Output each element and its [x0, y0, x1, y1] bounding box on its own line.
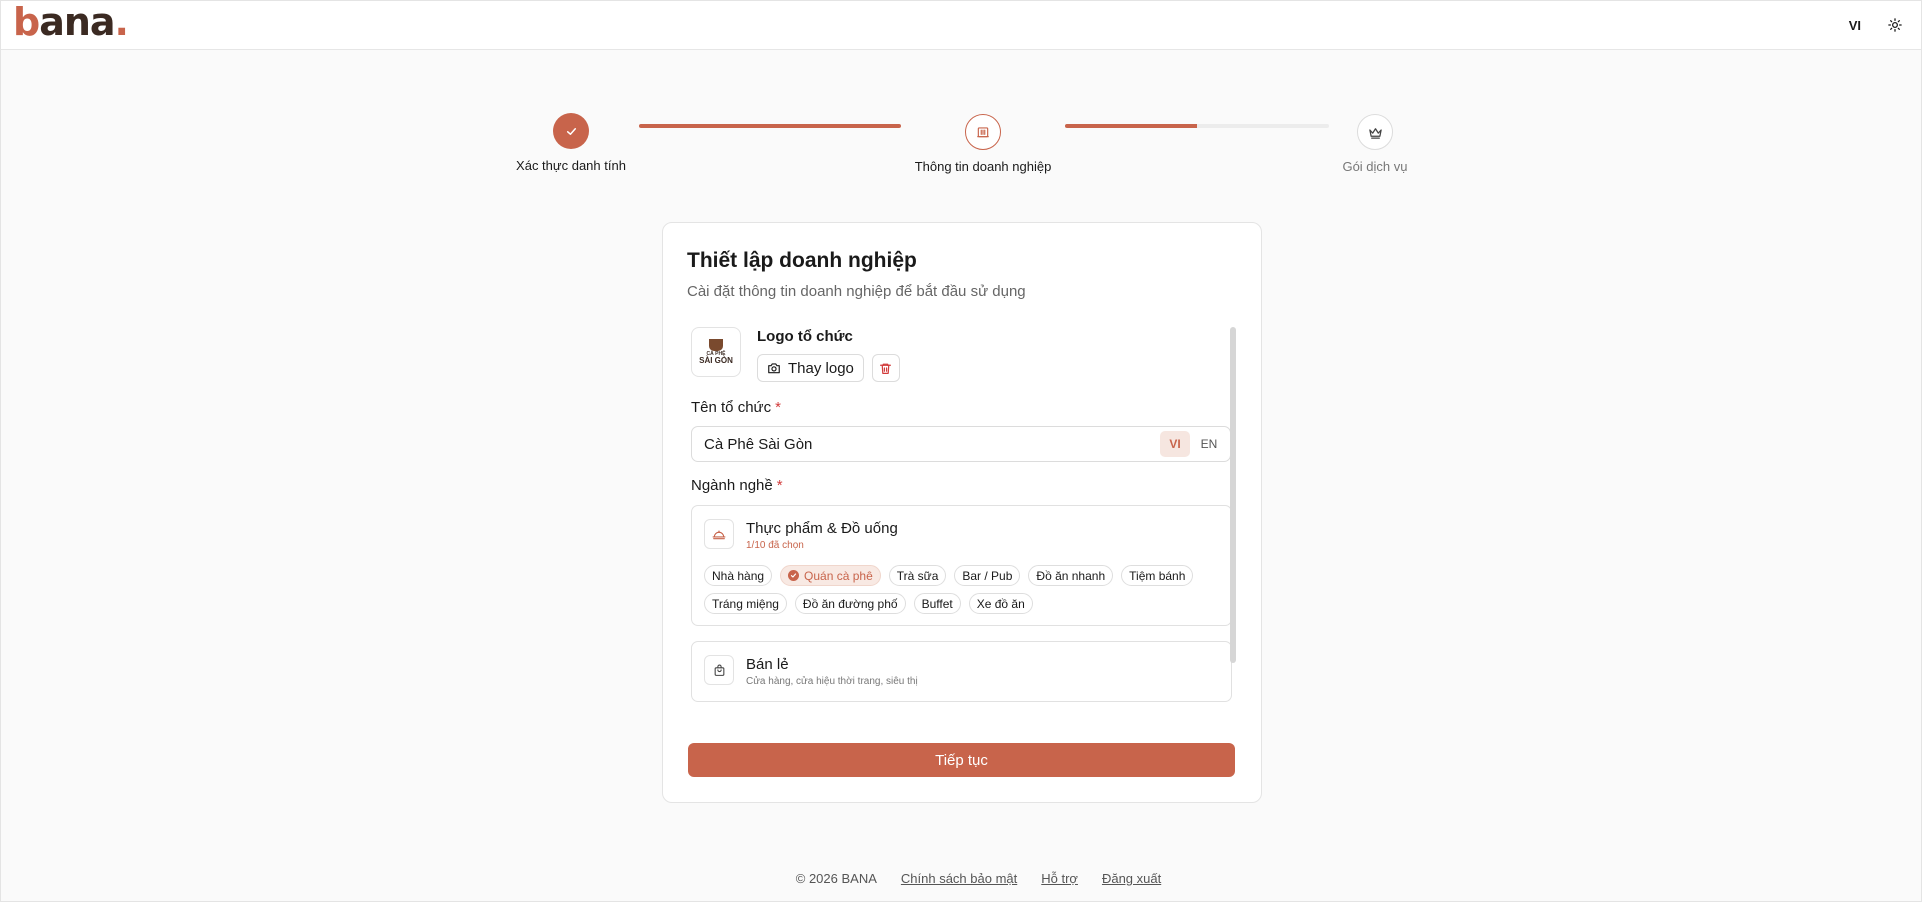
- org-name-language-tabs: VI EN: [1160, 431, 1224, 457]
- form-scrollbar[interactable]: [1230, 327, 1236, 663]
- industry-chip[interactable]: Bar / Pub: [954, 565, 1021, 586]
- industry-group-retail[interactable]: Bán lẻ Cửa hàng, cửa hiệu thời trang, si…: [691, 641, 1232, 702]
- industry-chip[interactable]: Tiệm bánh: [1121, 565, 1194, 586]
- industry-chip-label: Quán cà phê: [804, 568, 873, 583]
- logo-letter-b: b: [13, 0, 40, 44]
- logo-dot: .: [114, 0, 129, 44]
- industry-label-text: Ngành nghề: [691, 477, 773, 494]
- change-logo-button[interactable]: Thay logo: [757, 354, 864, 382]
- theme-toggle-button[interactable]: [1885, 15, 1905, 35]
- industry-group-food-beverage[interactable]: Thực phẩm & Đồ uống 1/10 đã chọn Nhà hàn…: [691, 505, 1232, 626]
- org-name-field: VI EN: [691, 426, 1231, 462]
- org-logo-section: CÀ PHÊ SÀI GÒN Logo tổ chức Thay logo: [691, 327, 900, 382]
- org-logo-image: CÀ PHÊ SÀI GÒN: [691, 327, 741, 377]
- business-setup-card: Thiết lập doanh nghiệp Cài đặt thông tin…: [662, 222, 1262, 803]
- industry-chip-label: Đồ ăn đường phố: [802, 596, 898, 611]
- form-scroll-area[interactable]: CÀ PHÊ SÀI GÒN Logo tổ chức Thay logo Tê…: [691, 326, 1239, 706]
- stepper-connector-1: [639, 124, 901, 128]
- industry-group-text: Bán lẻ Cửa hàng, cửa hiệu thời trang, si…: [746, 655, 918, 687]
- support-link[interactable]: Hỗ trợ: [1041, 871, 1078, 886]
- stepper-connector-2: [1065, 124, 1329, 128]
- industry-chip-label: Đồ ăn nhanh: [1036, 568, 1106, 583]
- industry-group-name: Bán lẻ: [746, 656, 789, 673]
- check-icon: [566, 127, 576, 135]
- industry-chip[interactable]: Quán cà phê: [780, 565, 881, 586]
- industry-chip[interactable]: Đồ ăn đường phố: [794, 593, 906, 614]
- top-header: b ana. VI: [1, 1, 1921, 50]
- step-1-label: Xác thực danh tính: [516, 158, 626, 173]
- page-footer: © 2026 BANA Chính sách bảo mật Hỗ trợ Đă…: [1, 871, 1921, 886]
- language-toggle[interactable]: VI: [1849, 18, 1861, 33]
- step-3-label: Gói dịch vụ: [1342, 159, 1408, 174]
- camera-icon: [768, 363, 780, 374]
- industry-chip-label: Trà sữa: [896, 568, 939, 583]
- logout-link[interactable]: Đăng xuất: [1102, 871, 1161, 886]
- industry-chip[interactable]: Đồ ăn nhanh: [1028, 565, 1114, 586]
- industry-chip[interactable]: Xe đồ ăn: [968, 593, 1033, 614]
- coffee-cup-icon: [709, 338, 723, 351]
- industry-group-description: Cửa hàng, cửa hiệu thời trang, siêu thị: [746, 676, 918, 687]
- org-logo-info: Logo tổ chức Thay logo: [757, 327, 900, 382]
- sun-icon: [1888, 18, 1902, 32]
- card-subtitle: Cài đặt thông tin doanh nghiệp để bắt đầ…: [687, 283, 1026, 300]
- org-logo-text-big: SÀI GÒN: [699, 355, 733, 365]
- required-mark: *: [775, 399, 781, 416]
- check-circle-icon: [788, 570, 800, 581]
- org-logo-actions: Thay logo: [757, 354, 900, 382]
- industry-chip-label: Nhà hàng: [712, 568, 765, 583]
- step-3-circle: [1357, 114, 1393, 150]
- lang-tab-en[interactable]: EN: [1194, 431, 1224, 457]
- industry-chip-label: Bar / Pub: [962, 568, 1013, 583]
- industry-chip[interactable]: Trà sữa: [888, 565, 947, 586]
- connector-1-fill: [639, 124, 901, 128]
- privacy-policy-link[interactable]: Chính sách bảo mật: [901, 871, 1017, 886]
- bana-logo[interactable]: b ana.: [13, 0, 129, 44]
- shopping-bag-icon: [704, 655, 734, 685]
- industry-chip[interactable]: Nhà hàng: [704, 565, 773, 586]
- step-2-circle: [965, 114, 1001, 150]
- industry-label: Ngành nghề *: [691, 477, 783, 494]
- step-2-label: Thông tin doanh nghiệp: [914, 159, 1052, 174]
- step-service-plan[interactable]: Gói dịch vụ: [1295, 114, 1455, 174]
- industry-chip-label: Xe đồ ăn: [976, 596, 1025, 611]
- step-identity-verification[interactable]: Xác thực danh tính: [491, 113, 651, 173]
- crown-icon: [1368, 127, 1382, 139]
- delete-logo-button[interactable]: [871, 354, 900, 382]
- org-name-label-text: Tên tổ chức: [691, 399, 772, 416]
- industry-group-header: Thực phẩm & Đồ uống 1/10 đã chọn: [704, 519, 898, 551]
- industry-chip-label: Tráng miệng: [712, 596, 779, 611]
- trash-icon: [880, 363, 892, 374]
- change-logo-label: Thay logo: [788, 359, 854, 377]
- logo-text: ana: [39, 0, 115, 44]
- org-name-label: Tên tổ chức *: [691, 399, 781, 416]
- industry-chip-label: Buffet: [921, 596, 953, 611]
- industry-group-text: Thực phẩm & Đồ uống 1/10 đã chọn: [746, 519, 898, 551]
- food-cloche-icon: [704, 519, 734, 549]
- lang-tab-vi[interactable]: VI: [1160, 431, 1190, 457]
- org-name-input[interactable]: [692, 427, 1152, 461]
- building-icon: [977, 127, 989, 138]
- industry-chip-list: Nhà hàng Quán cà phê Trà sữa Bar / Pub Đồ ăn…: [704, 565, 1224, 614]
- step-1-circle: [553, 113, 589, 149]
- org-logo-title: Logo tổ chức: [757, 328, 853, 345]
- industry-chip-label: Tiệm bánh: [1129, 568, 1186, 583]
- step-business-info[interactable]: Thông tin doanh nghiệp: [903, 114, 1063, 174]
- industry-group-header: Bán lẻ Cửa hàng, cửa hiệu thời trang, si…: [704, 655, 918, 687]
- copyright-text: © 2026 BANA: [795, 871, 877, 886]
- onboarding-stepper: Xác thực danh tính Thông tin doanh nghiệ…: [1, 113, 1921, 183]
- continue-button[interactable]: Tiếp tục: [688, 743, 1235, 777]
- card-title: Thiết lập doanh nghiệp: [687, 249, 917, 272]
- industry-selection-count: 1/10 đã chọn: [746, 540, 804, 551]
- header-actions: VI: [1849, 15, 1905, 35]
- industry-chip[interactable]: Buffet: [913, 593, 961, 614]
- industry-chip[interactable]: Tráng miệng: [704, 593, 787, 614]
- industry-group-name: Thực phẩm & Đồ uống: [746, 520, 898, 537]
- required-mark: *: [776, 477, 783, 494]
- connector-2-fill: [1065, 124, 1197, 128]
